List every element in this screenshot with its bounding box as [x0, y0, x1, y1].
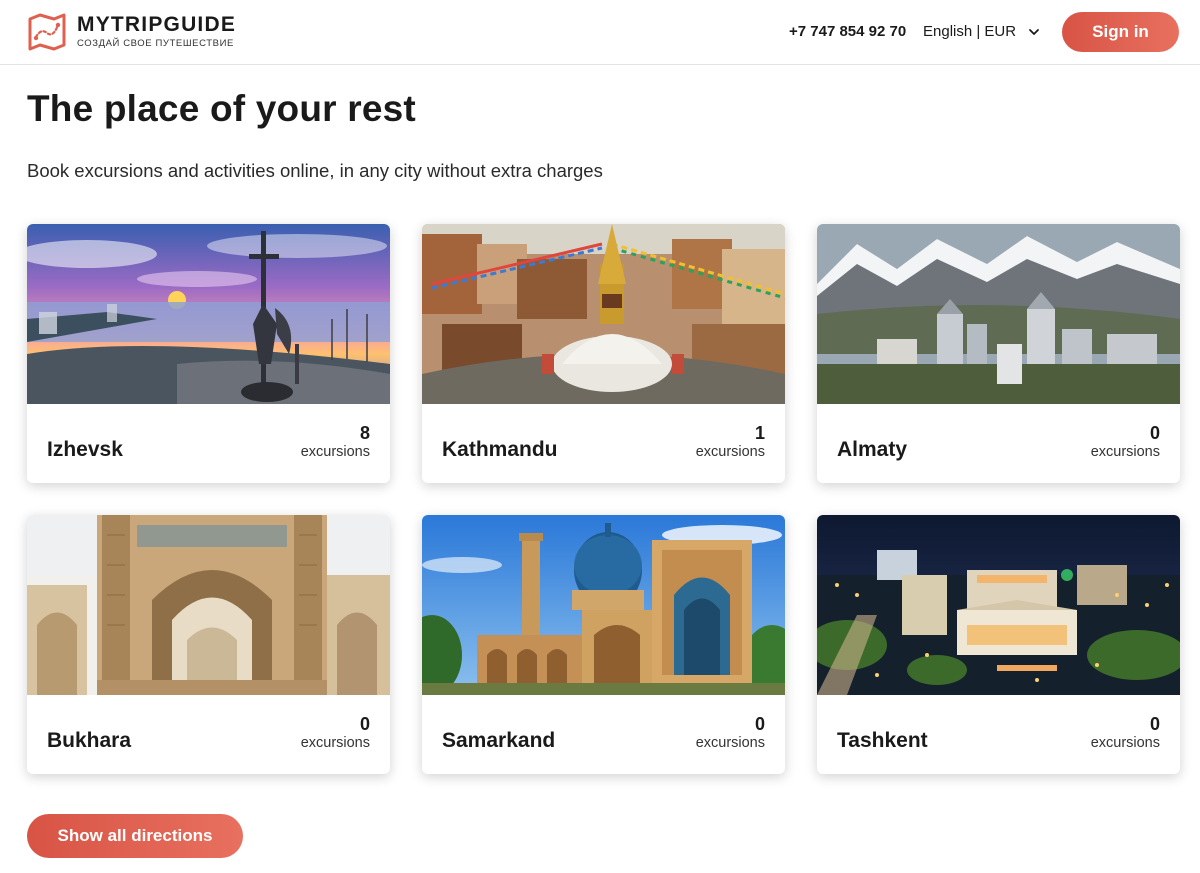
excursion-count-label: excursions — [300, 444, 370, 460]
city-photo — [27, 224, 390, 404]
city-photo — [817, 224, 1180, 404]
excursion-count: 0 — [1149, 714, 1160, 734]
page-subtitle: Book excursions and activities online, i… — [27, 160, 603, 181]
city-name: Almaty — [837, 438, 908, 461]
excursion-count-label: excursions — [300, 735, 370, 751]
city-card-tashkent[interactable]: Tashkent 0 excursions — [817, 515, 1180, 774]
city-card-kathmandu[interactable]: Kathmandu 1 excursions — [422, 224, 785, 483]
city-card-izhevsk[interactable]: Izhevsk 8 excursions — [27, 224, 390, 483]
map-logo-icon — [28, 13, 66, 51]
city-card-samarkand[interactable]: Samarkand 0 excursions — [422, 515, 785, 774]
site-header: MYTRIPGUIDE СОЗДАЙ СВОЕ ПУТЕШЕСТВИЕ +7 7… — [0, 0, 1200, 65]
city-photo — [422, 224, 785, 404]
logo-subtitle: СОЗДАЙ СВОЕ ПУТЕШЕСТВИЕ — [77, 38, 234, 49]
excursion-count-label: excursions — [1090, 735, 1160, 751]
city-name: Samarkand — [442, 729, 556, 752]
city-card-almaty[interactable]: Almaty 0 excursions — [817, 224, 1180, 483]
city-photo — [817, 515, 1180, 695]
logo[interactable]: MYTRIPGUIDE СОЗДАЙ СВОЕ ПУТЕШЕСТВИЕ — [27, 12, 236, 52]
language-currency-select[interactable]: English | EUR — [923, 23, 1040, 40]
phone-number-link[interactable]: +7 747 854 92 70 — [789, 23, 906, 40]
city-name: Bukhara — [47, 729, 132, 752]
excursion-count-label: excursions — [695, 444, 765, 460]
excursion-count: 0 — [359, 714, 370, 734]
excursion-count: 0 — [1149, 423, 1160, 443]
city-card-bukhara[interactable]: Bukhara 0 excursions — [27, 515, 390, 774]
chevron-down-icon — [1029, 28, 1040, 35]
logo-title: MYTRIPGUIDE — [77, 13, 237, 36]
city-name: Kathmandu — [442, 438, 558, 461]
language-currency-label: English | EUR — [923, 23, 1017, 40]
excursion-count: 0 — [754, 714, 765, 734]
city-photo — [27, 515, 390, 695]
city-photo — [422, 515, 785, 695]
excursion-count-label: excursions — [1090, 444, 1160, 460]
excursion-count: 1 — [754, 423, 765, 443]
excursion-count: 8 — [359, 423, 370, 443]
page-title: The place of your rest — [27, 88, 416, 129]
show-all-directions-button[interactable]: Show all directions — [27, 814, 243, 858]
sign-in-button[interactable]: Sign in — [1062, 12, 1179, 52]
excursion-count-label: excursions — [695, 735, 765, 751]
city-name: Izhevsk — [47, 438, 123, 461]
city-name: Tashkent — [837, 729, 928, 752]
